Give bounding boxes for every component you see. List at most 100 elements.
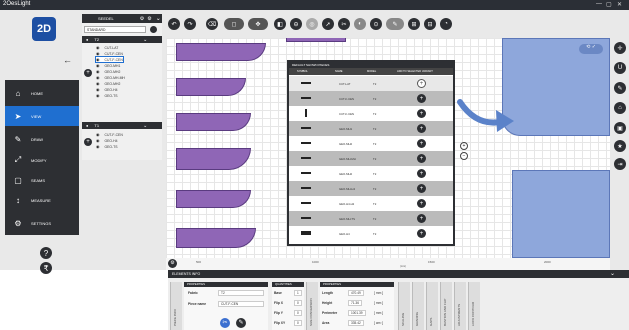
add-button[interactable]: +: [417, 94, 426, 103]
cut-icon[interactable]: ✂: [338, 18, 350, 30]
eye-icon[interactable]: ◉: [96, 69, 100, 74]
add-button[interactable]: +: [417, 229, 426, 238]
grid-icon[interactable]: ⊞: [408, 18, 420, 30]
tab-piece-info[interactable]: PIECE INFO: [170, 282, 182, 330]
add-button[interactable]: +: [417, 109, 426, 118]
layer-item[interactable]: ◉ GEO-TS: [96, 144, 118, 149]
tab-adjustments[interactable]: ADJUSTMENTS: [454, 282, 466, 330]
layer-item[interactable]: ◉ CUT-F-CEN: [96, 132, 123, 137]
group-icon[interactable]: ⊟: [424, 18, 436, 30]
pattern-piece[interactable]: [286, 38, 346, 42]
export-icon[interactable]: ⇥: [614, 158, 626, 170]
add-button[interactable]: +: [417, 124, 426, 133]
pattern-piece[interactable]: [512, 170, 610, 258]
delete-icon[interactable]: ⊖: [290, 18, 302, 30]
target-icon[interactable]: ◎: [306, 18, 318, 30]
tab-size-conversion[interactable]: SIZE CONVERSION: [306, 282, 318, 330]
quantity-value[interactable]: 0: [294, 320, 302, 326]
layer-item[interactable]: ◉ GEO-MH-MH: [96, 75, 125, 80]
layer-item-selected[interactable]: ◉ CUT-F-CEN: [95, 56, 124, 63]
model-options-icon[interactable]: ⚙: [147, 16, 151, 22]
edit-icon[interactable]: ✎: [236, 318, 246, 328]
eye-icon[interactable]: ◉: [96, 93, 100, 98]
select-icon[interactable]: ◻: [224, 18, 244, 30]
maximize-button[interactable]: ▢: [606, 1, 612, 8]
nav-draw[interactable]: ✎ DRAW: [5, 129, 79, 149]
nav-settings[interactable]: ⚙ SETTINGS: [5, 213, 79, 233]
curve-icon[interactable]: ◔: [440, 18, 452, 30]
pattern-piece[interactable]: [176, 228, 256, 248]
pattern-piece[interactable]: [176, 148, 251, 170]
quantity-value[interactable]: 0: [294, 310, 302, 316]
group-t2-header[interactable]: ● T2 ⌄: [82, 36, 162, 43]
eye-icon[interactable]: ◉: [96, 87, 100, 92]
eye-icon[interactable]: ◉: [96, 132, 100, 137]
pen-icon[interactable]: ✎: [386, 18, 404, 30]
eye-icon[interactable]: ◉: [96, 51, 100, 56]
fill-icon[interactable]: ◐: [354, 18, 366, 30]
quantity-value[interactable]: 1: [294, 290, 302, 296]
chevron-down-icon[interactable]: ⌄: [143, 37, 147, 43]
tab-gaps[interactable]: GAPS: [426, 282, 438, 330]
save-icon[interactable]: ▣: [614, 122, 626, 134]
add-button[interactable]: +: [417, 139, 426, 148]
chevron-down-icon[interactable]: ⌄: [610, 270, 615, 278]
layer-item[interactable]: ◉ CUT-F-CEN: [96, 51, 123, 56]
link-icon[interactable]: ⊙: [370, 18, 382, 30]
layer-item[interactable]: ◉ GEO-H4: [96, 138, 118, 143]
add-button[interactable]: +: [417, 154, 426, 163]
ruler-settings-icon[interactable]: ⚙: [168, 259, 177, 268]
nav-modify[interactable]: ⤢ MODIFY: [5, 150, 79, 170]
fabric-value[interactable]: T2: [218, 290, 264, 296]
eye-icon[interactable]: ◉: [96, 144, 100, 149]
add-piece-button[interactable]: +: [84, 138, 92, 146]
quantity-value[interactable]: 0: [294, 300, 302, 306]
add-button[interactable]: +: [417, 169, 426, 178]
nav-seams[interactable]: ▢ SEAMS: [5, 170, 79, 190]
magnet-icon[interactable]: U: [614, 62, 626, 74]
pin-icon[interactable]: ➚: [322, 18, 334, 30]
chevron-down-icon[interactable]: ⌄: [143, 123, 147, 129]
pattern-piece[interactable]: [176, 78, 246, 96]
add-button[interactable]: +: [417, 184, 426, 193]
eye-icon[interactable]: ◉: [96, 75, 100, 80]
help-button[interactable]: ?: [40, 247, 52, 259]
cut-icon[interactable]: ✂: [220, 318, 230, 328]
pattern-piece[interactable]: [176, 113, 251, 131]
layer-item[interactable]: ◉ GEO-MH1: [96, 63, 120, 68]
layer-item[interactable]: ◉ GEO-H4: [96, 87, 118, 92]
chevron-down-icon[interactable]: ⌄: [156, 15, 161, 22]
eye-icon[interactable]: ◉: [96, 63, 100, 68]
add-button[interactable]: +: [417, 214, 426, 223]
standard-select[interactable]: STANDARD: [84, 26, 146, 33]
eye-icon[interactable]: ◉: [96, 45, 100, 50]
eye-icon[interactable]: ◉: [96, 138, 100, 143]
zoom-out-icon[interactable]: −: [460, 152, 468, 160]
piece-tools-icon[interactable]: ⟲ ✓: [579, 44, 603, 54]
add-button[interactable]: +: [417, 199, 426, 208]
pencil-icon[interactable]: ✎: [614, 82, 626, 94]
layer-item[interactable]: ◉ GEO-TS: [96, 93, 118, 98]
nav-view[interactable]: ➤ VIEW: [5, 106, 79, 126]
redo-icon[interactable]: ↷: [184, 18, 196, 30]
eye-icon[interactable]: ◉: [96, 81, 100, 86]
pattern-piece[interactable]: [176, 190, 251, 208]
minimize-button[interactable]: —: [596, 1, 602, 7]
lock-icon[interactable]: ⌂: [614, 102, 626, 114]
layer-item[interactable]: ◉ GEO-MH2: [96, 81, 120, 86]
group-t1-header[interactable]: ● T1 ⌄: [82, 122, 162, 129]
layer-item[interactable]: ◉ GEO-MH2: [96, 69, 120, 74]
add-piece-button[interactable]: +: [84, 69, 92, 77]
tab-grading[interactable]: GRADING: [412, 282, 424, 330]
piece-name-value[interactable]: CUT-F-CEN: [218, 301, 264, 307]
back-arrow-icon[interactable]: ←: [63, 55, 72, 65]
standard-edit-icon[interactable]: [150, 26, 157, 33]
add-button[interactable]: +: [417, 79, 426, 88]
tab-scaling[interactable]: SCALING: [398, 282, 410, 330]
erase-icon[interactable]: ⌫: [206, 18, 218, 30]
nav-measure[interactable]: ↕ MEASURE: [5, 190, 79, 210]
move-icon[interactable]: ✥: [248, 18, 268, 30]
eye-icon[interactable]: ◉: [96, 57, 100, 62]
layer-icon[interactable]: ◧: [274, 18, 286, 30]
crosshair-icon[interactable]: ✛: [614, 42, 626, 54]
